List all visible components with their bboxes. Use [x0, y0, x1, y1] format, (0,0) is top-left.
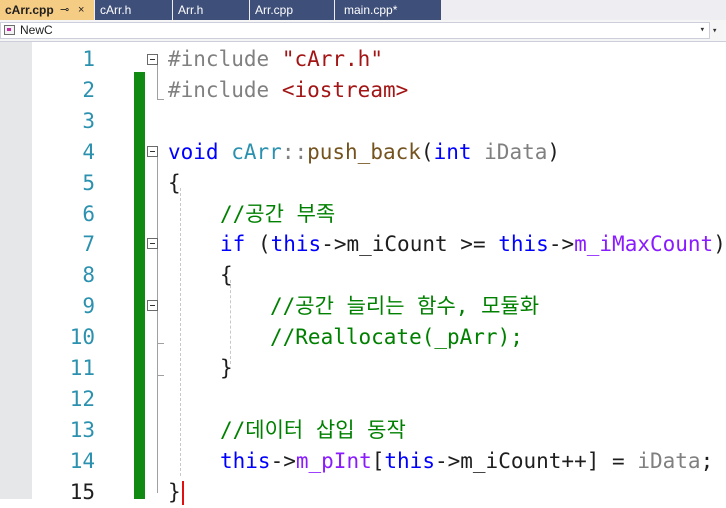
tab-main-cpp[interactable]: main.cpp*	[335, 0, 441, 20]
line-number: 4	[82, 139, 95, 164]
line-number: 10	[69, 325, 95, 350]
outline-end	[157, 343, 164, 344]
code-line: #include <iostream>	[168, 77, 409, 102]
chevron-down-icon[interactable]: ▾	[700, 23, 705, 38]
change-tracking-bar	[134, 72, 145, 499]
tab-label: cArr.h	[100, 3, 132, 17]
indent-guide	[180, 188, 181, 476]
code-line: void cArr::push_back(int iData)	[168, 139, 561, 164]
line-number: 2	[82, 77, 95, 102]
glyph-margin	[0, 42, 32, 499]
code-line-current: }	[168, 477, 184, 508]
line-number: 7	[82, 232, 95, 257]
code-line: //데이터 삽입 동작	[220, 417, 406, 442]
collapse-icon[interactable]	[147, 238, 158, 249]
line-number: 11	[69, 356, 95, 380]
outline-line	[157, 65, 158, 99]
line-number: 3	[82, 108, 95, 133]
tab-label: Arr.h	[178, 3, 204, 17]
line-number: 13	[69, 417, 95, 442]
tab-carr-cpp[interactable]: cArr.cpp ⊸ ×	[0, 0, 94, 20]
tab-label: main.cpp*	[344, 3, 398, 17]
line-number: 8	[82, 263, 95, 288]
line-number: 1	[82, 47, 95, 71]
code-line: {	[220, 263, 233, 288]
split-dropdown-icon[interactable]: ▾	[712, 24, 726, 38]
document-tab-bar: cArr.cpp ⊸ × cArr.h Arr.h Arr.cpp main.c…	[0, 0, 726, 20]
line-number: 9	[82, 294, 95, 319]
code-line: {	[168, 170, 181, 195]
code-editor[interactable]: 1 2 3 4 5 6 7 8 9 10 11 12 13 14 15 #inc…	[0, 42, 726, 505]
code-line: //Reallocate(_pArr);	[270, 325, 523, 350]
code-line: }	[220, 356, 233, 380]
line-number: 5	[82, 170, 95, 195]
close-icon[interactable]: ×	[78, 0, 84, 20]
collapse-icon[interactable]	[147, 146, 158, 157]
code-line: if (this->m_iCount >= this->m_iMaxCount)	[220, 232, 726, 257]
tab-carr-h[interactable]: cArr.h	[95, 0, 172, 20]
indent-guide	[230, 280, 231, 364]
scope-label: NewC	[20, 23, 53, 37]
line-number-current: 15	[69, 479, 95, 504]
code-line: #include "cArr.h"	[168, 47, 383, 71]
code-line: //공간 늘리는 함수, 모듈화	[270, 294, 540, 319]
tab-label: Arr.cpp	[255, 3, 294, 17]
line-number: 14	[69, 448, 95, 473]
outline-line	[157, 311, 158, 343]
tab-arr-cpp[interactable]: Arr.cpp	[250, 0, 334, 20]
outline-end	[157, 375, 164, 376]
code-line: this->m_pInt[this->m_iCount++] = iData;	[220, 448, 714, 473]
pin-icon[interactable]: ⊸	[60, 0, 69, 20]
outline-end	[157, 99, 164, 100]
tab-arr-h[interactable]: Arr.h	[173, 0, 249, 20]
class-icon	[4, 25, 15, 35]
collapse-icon[interactable]	[147, 300, 158, 311]
line-number: 6	[82, 201, 95, 226]
scope-dropdown[interactable]: NewC ▾	[0, 22, 710, 39]
navigation-bar: NewC ▾ ▾	[0, 20, 726, 42]
text-caret	[181, 480, 184, 505]
collapse-icon[interactable]	[147, 54, 158, 65]
code-line: //공간 부족	[220, 201, 336, 226]
line-number: 12	[69, 386, 95, 411]
tab-label: cArr.cpp	[5, 3, 54, 17]
